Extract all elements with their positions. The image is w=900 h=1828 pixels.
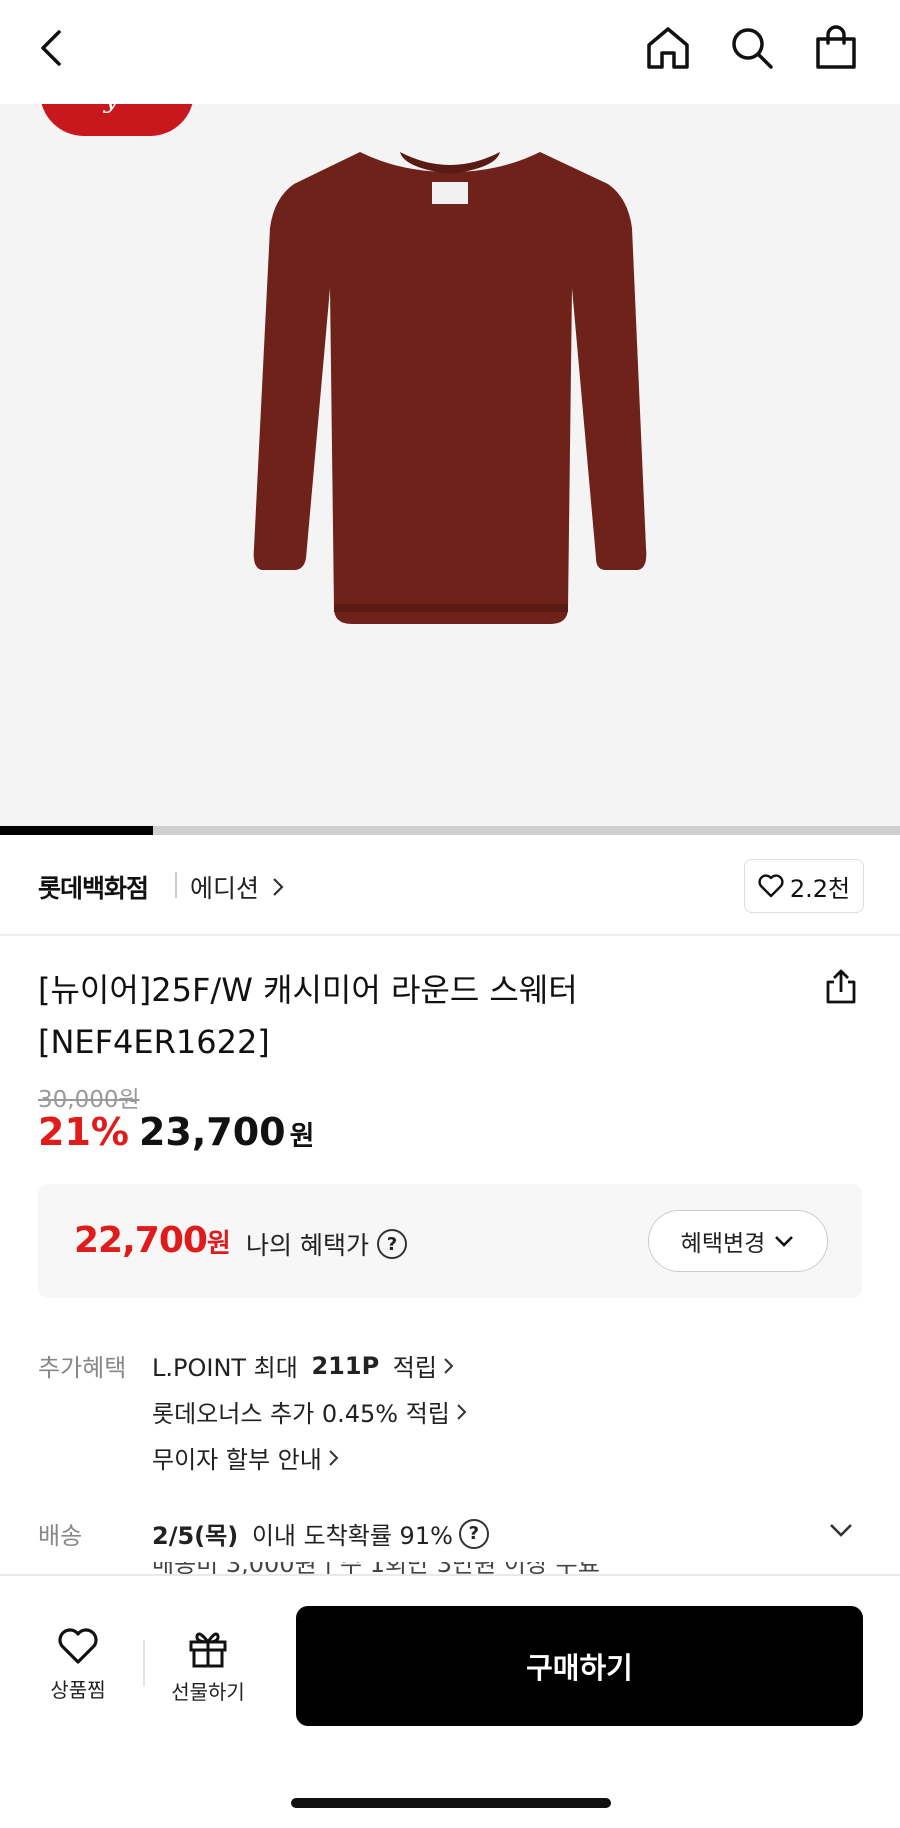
installment-text: 무이자 할부 안내 [152, 1446, 322, 1474]
benefit-price: 22,700원 [74, 1220, 231, 1261]
seller-row: 롯데백화점 에디션 2.2천 [0, 835, 900, 936]
wishlist-label: 상품찜 [50, 1678, 106, 1702]
product-title-line1: [뉴이어]25F/W 캐시미어 라운드 스웨터 [38, 971, 578, 1009]
like-button[interactable]: 2.2천 [744, 859, 864, 913]
divider [143, 1640, 145, 1686]
benefit-change-button[interactable]: 혜택변경 [648, 1210, 828, 1272]
product-title-line2: [NEF4ER1622] [38, 1023, 270, 1061]
benefit-price-unit: 원 [206, 1229, 231, 1259]
chevron-down-icon[interactable] [820, 1512, 862, 1548]
carousel-progress [0, 826, 900, 835]
home-indicator [291, 1798, 611, 1808]
shipping-label: 배송 [38, 1522, 83, 1550]
gift-icon [189, 1632, 227, 1668]
chevron-down-icon [775, 1236, 794, 1247]
brand-badge-logo: y [40, 104, 194, 136]
shipping-text: 이내 도착확률 91% [244, 1522, 453, 1550]
sale-price-unit: 원 [289, 1121, 315, 1152]
product-image-carousel[interactable]: y [0, 104, 900, 826]
gift-label: 선물하기 [171, 1680, 245, 1704]
chevron-left-icon[interactable] [24, 20, 80, 76]
lpoint-points: 211P [311, 1351, 380, 1380]
shipping-date: 2/5(목) [152, 1522, 239, 1550]
extra-benefits-label: 추가혜택 [38, 1354, 127, 1382]
share-icon[interactable] [818, 964, 864, 1010]
benefit-label-text: 나의 혜택가 [246, 1231, 369, 1260]
carousel-progress-fill [0, 826, 153, 835]
divider [175, 872, 177, 898]
chevron-right-icon [329, 1449, 339, 1466]
store-name[interactable]: 롯데백화점 [38, 869, 149, 905]
help-icon[interactable]: ? [458, 1518, 489, 1549]
search-icon[interactable] [724, 20, 780, 76]
lotte-owners-text: 롯데오너스 추가 0.45% 적립 [152, 1400, 450, 1428]
top-app-bar [0, 0, 900, 104]
lotte-owners-benefit-link[interactable]: 롯데오너스 추가 0.45% 적립 [152, 1394, 468, 1429]
lpoint-suffix: 적립 [385, 1354, 437, 1382]
benefit-label: 나의 혜택가 ? [246, 1226, 407, 1262]
bottom-action-bar: 상품찜 선물하기 구매하기 [0, 1574, 900, 1828]
brand-name: 에디션 [190, 874, 260, 903]
lpoint-benefit-link[interactable]: L.POINT 최대 211P 적립 [152, 1348, 455, 1383]
home-icon[interactable] [640, 20, 696, 76]
shipping-fee-text: 배송비 3,000원 | 주 1회만 3만원 이상 무료 [152, 1562, 712, 1574]
heart-icon [58, 1628, 98, 1664]
gift-button[interactable]: 선물하기 [148, 1628, 268, 1718]
product-image [253, 152, 647, 624]
buy-button[interactable]: 구매하기 [296, 1606, 863, 1726]
shopping-bag-icon[interactable] [808, 20, 864, 76]
chevron-right-icon [457, 1403, 467, 1420]
like-count: 2.2천 [789, 874, 851, 903]
sale-price: 23,700 [138, 1110, 286, 1154]
chevron-right-icon [273, 878, 284, 896]
product-title: [뉴이어]25F/W 캐시미어 라운드 스웨터 [NEF4ER1622] [38, 964, 798, 1068]
original-price: 30,000원 [38, 1087, 140, 1113]
discount-rate: 21% [38, 1110, 129, 1154]
benefit-price-value: 22,700 [74, 1220, 208, 1261]
chevron-right-icon [444, 1357, 454, 1374]
brand-link[interactable]: 에디션 [190, 869, 285, 905]
benefit-change-label: 혜택변경 [680, 1230, 766, 1256]
price-row: 21% 23,700 원 [38, 1110, 314, 1154]
installment-info-link[interactable]: 무이자 할부 안내 [152, 1440, 340, 1475]
wishlist-button[interactable]: 상품찜 [18, 1628, 138, 1718]
benefit-price-box: 22,700원 나의 혜택가 ? 혜택변경 [38, 1184, 862, 1298]
heart-icon [758, 874, 784, 898]
lpoint-prefix: L.POINT 최대 [152, 1354, 306, 1382]
help-icon[interactable]: ? [376, 1229, 407, 1259]
shipping-info: 2/5(목) 이내 도착확률 91% ? [152, 1516, 489, 1551]
